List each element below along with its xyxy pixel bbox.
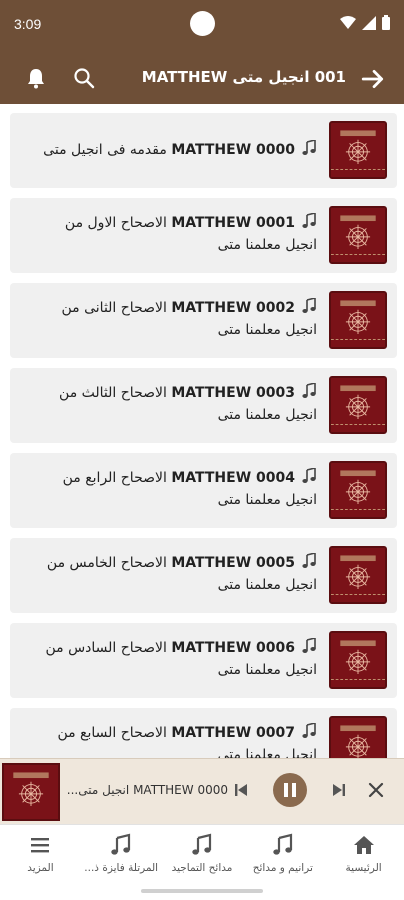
toolbar: 001 انجيل متى MATTHEW	[0, 56, 404, 100]
back-arrow-icon[interactable]	[360, 66, 386, 92]
track-item[interactable]: MATTHEW 0002 الاصحاح الثانى من انجيل معل…	[10, 283, 397, 358]
mini-player[interactable]: 0000 MATTHEW انجيل متى...	[0, 758, 404, 824]
skip-previous-icon[interactable]	[232, 781, 250, 799]
nav-label: الرئيسية	[345, 862, 382, 874]
track-item[interactable]: MATTHEW 0007 الاصحاح السابع من انجيل معل…	[10, 708, 397, 758]
music-note-icon	[302, 383, 316, 398]
app-header: 3:09 001 انجيل متى MATTHEW	[0, 0, 404, 104]
track-list[interactable]: MATTHEW 0000 مقدمه فى انجيل متى MATTHEW …	[0, 104, 404, 758]
home-indicator	[141, 889, 263, 893]
album-cover	[329, 291, 387, 349]
nav-label: المرتلة فايزة ذ...	[84, 862, 159, 874]
music-note-icon	[302, 638, 316, 653]
album-cover	[329, 631, 387, 689]
home-icon	[353, 836, 374, 854]
track-title: MATTHEW 0002 الاصحاح الثانى من انجيل معل…	[61, 298, 317, 338]
album-cover	[329, 376, 387, 434]
track-item[interactable]: MATTHEW 0003 الاصحاح الثالث من انجيل معل…	[10, 368, 397, 443]
music-note-icon	[302, 213, 316, 228]
music-note-icon	[302, 723, 316, 738]
battery-icon	[382, 15, 390, 30]
player-track-title: 0000 MATTHEW انجيل متى...	[68, 783, 228, 797]
bell-icon[interactable]	[24, 66, 48, 90]
nav-label: المزيد	[27, 862, 54, 874]
skip-next-icon[interactable]	[330, 781, 348, 799]
track-title: MATTHEW 0001 الاصحاح الاول من انجيل معلم…	[64, 213, 317, 253]
track-item[interactable]: MATTHEW 0005 الاصحاح الخامس من انجيل معل…	[10, 538, 397, 613]
menu-icon	[31, 838, 50, 853]
track-title: MATTHEW 0000 مقدمه فى انجيل متى	[37, 139, 317, 161]
album-cover	[329, 121, 387, 179]
close-icon[interactable]	[366, 780, 386, 800]
track-title: MATTHEW 0004 الاصحاح الرابع من انجيل معل…	[62, 468, 317, 508]
status-icons	[340, 15, 390, 30]
page-title: 001 انجيل متى MATTHEW	[141, 68, 346, 86]
nav-item-more[interactable]: المزيد	[0, 825, 81, 900]
track-item[interactable]: MATTHEW 0004 الاصحاح الرابع من انجيل معل…	[10, 453, 397, 528]
wifi-icon	[340, 15, 356, 29]
signal-icon	[362, 15, 376, 30]
nav-label: ترانيم و مدائح	[252, 862, 313, 874]
track-title: MATTHEW 0003 الاصحاح الثالث من انجيل معل…	[59, 383, 317, 423]
track-item[interactable]: MATTHEW 0000 مقدمه فى انجيل متى	[10, 113, 397, 188]
album-cover	[329, 546, 387, 604]
track-title: MATTHEW 0005 الاصحاح الخامس من انجيل معل…	[46, 553, 317, 593]
status-time: 3:09	[14, 16, 42, 32]
track-title: MATTHEW 0006 الاصحاح السادس من انجيل معل…	[45, 638, 317, 678]
music-note-icon	[302, 468, 316, 483]
album-cover	[329, 461, 387, 519]
music-note-icon	[192, 833, 212, 855]
album-cover	[329, 206, 387, 264]
camera-cutout	[190, 11, 215, 36]
pause-icon	[284, 783, 296, 797]
track-item[interactable]: MATTHEW 0006 الاصحاح السادس من انجيل معل…	[10, 623, 397, 698]
track-item[interactable]: MATTHEW 0001 الاصحاح الاول من انجيل معلم…	[10, 198, 397, 273]
nav-label: مدائح التماجيد	[171, 862, 233, 874]
music-note-icon	[302, 553, 316, 568]
pause-button[interactable]	[273, 773, 307, 807]
album-cover	[329, 716, 387, 758]
music-note-icon	[111, 833, 131, 855]
player-album-cover	[2, 763, 60, 821]
track-title: MATTHEW 0007 الاصحاح السابع من انجيل معل…	[57, 723, 317, 758]
nav-item-home[interactable]: الرئيسية	[323, 825, 404, 900]
music-note-icon	[302, 298, 316, 313]
music-note-icon	[273, 833, 292, 855]
search-icon[interactable]	[72, 66, 96, 90]
music-note-icon	[302, 140, 316, 155]
